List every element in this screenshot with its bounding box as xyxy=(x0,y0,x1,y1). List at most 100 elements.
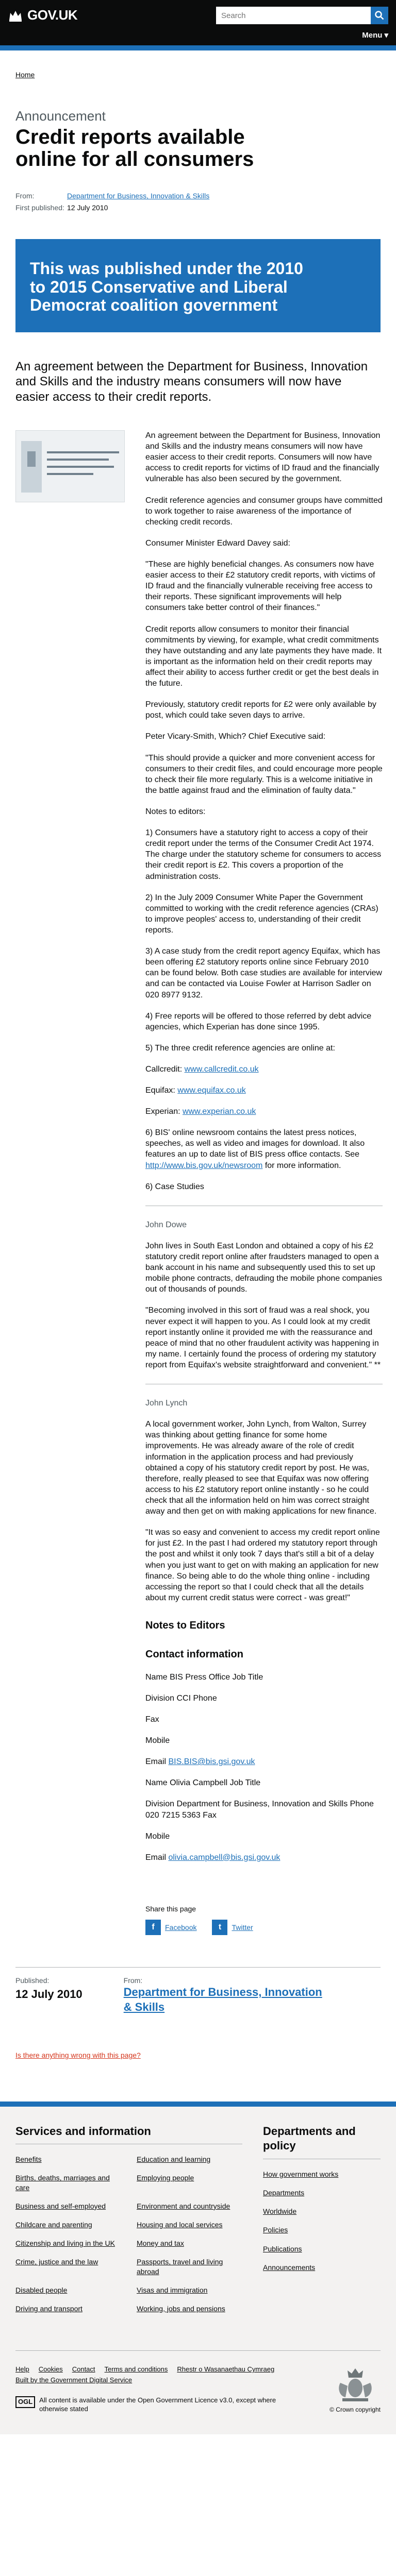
footer-link-environment[interactable]: Environment and countryside xyxy=(137,2201,242,2211)
departments-heading: Departments and policy xyxy=(263,2124,381,2159)
facebook-icon: f xyxy=(145,1920,161,1936)
footer-link-disabled[interactable]: Disabled people xyxy=(15,2285,121,2295)
crown-copyright: © Crown copyright xyxy=(329,2365,381,2414)
published-bar: Published: 12 July 2010 From: Department… xyxy=(15,1967,381,2014)
chevron-down-icon: ▾ xyxy=(384,31,388,40)
footer-link-how-government-works[interactable]: How government works xyxy=(263,2170,381,2179)
footer-sections: Services and information Benefits Educat… xyxy=(15,2124,381,2313)
share-section: Share this page f Facebook t Twitter xyxy=(145,1904,381,1936)
equifax-label: Equifax: xyxy=(145,1086,175,1095)
footer-link-money[interactable]: Money and tax xyxy=(137,2239,242,2248)
site-header: GOV.UK Menu ▾ xyxy=(0,0,396,45)
search-button[interactable] xyxy=(371,7,388,24)
experian-link[interactable]: www.experian.co.uk xyxy=(183,1107,256,1116)
twitter-icon: t xyxy=(212,1920,228,1936)
footer-meta-links: Help Cookies Contact Terms and condition… xyxy=(15,2365,304,2385)
meta-link-welsh[interactable]: Rhestr o Wasanaethau Cymraeg xyxy=(177,2365,274,2374)
body-p6: Previously, statutory credit reports for… xyxy=(145,700,376,720)
footer-link-announcements[interactable]: Announcements xyxy=(263,2263,381,2272)
footer-link-publications[interactable]: Publications xyxy=(263,2244,381,2253)
body-p14: 5) The three credit reference agencies a… xyxy=(145,1043,335,1053)
page-title: Credit reports available online for all … xyxy=(15,125,254,171)
footer-link-citizenship[interactable]: Citizenship and living in the UK xyxy=(15,2239,121,2248)
body-wrap: An agreement between the Department for … xyxy=(15,430,383,1873)
footer-link-crime[interactable]: Crime, justice and the law xyxy=(15,2257,121,2276)
footer-link-passports[interactable]: Passports, travel and living abroad xyxy=(137,2257,242,2276)
footer-link-births[interactable]: Births, deaths, marriages and care xyxy=(15,2173,121,2192)
footer-meta: Help Cookies Contact Terms and condition… xyxy=(15,2350,381,2414)
footer-link-childcare[interactable]: Childcare and parenting xyxy=(15,2220,121,2229)
body-p9: Notes to editors: xyxy=(145,807,206,816)
footer-link-policies[interactable]: Policies xyxy=(263,2225,381,2234)
footer-link-education[interactable]: Education and learning xyxy=(137,2155,242,2164)
body-p15a: 6) BIS' online newsroom contains the lat… xyxy=(145,1128,365,1159)
newsroom-link[interactable]: http://www.bis.gov.uk/newsroom xyxy=(145,1161,262,1170)
footer-link-working[interactable]: Working, jobs and pensions xyxy=(137,2304,242,2313)
body-p5: Credit reports allow consumers to monito… xyxy=(145,624,382,688)
breadcrumb-home[interactable]: Home xyxy=(15,71,35,79)
callcredit-label: Callcredit: xyxy=(145,1064,183,1074)
published-col: Published: 12 July 2010 xyxy=(15,1976,82,2014)
email-link-2[interactable]: olivia.campbell@bis.gsi.gov.uk xyxy=(168,1853,280,1862)
footer-link-visas[interactable]: Visas and immigration xyxy=(137,2285,242,2295)
body-p15: 6) BIS' online newsroom contains the lat… xyxy=(145,1127,383,1171)
contact-email-2: Email olivia.campbell@bis.gsi.gov.uk xyxy=(145,1852,383,1863)
from-bar-link[interactable]: Department for Business, Innovation & Sk… xyxy=(124,1985,330,2014)
callcredit-line: Callcredit: www.callcredit.co.uk xyxy=(145,1064,383,1075)
meta-link-cookies[interactable]: Cookies xyxy=(39,2365,63,2374)
equifax-line: Equifax: www.equifax.co.uk xyxy=(145,1085,383,1096)
govuk-logo-link[interactable]: GOV.UK xyxy=(8,7,78,24)
body-p3: Consumer Minister Edward Davey said: xyxy=(145,538,290,548)
footer-link-benefits[interactable]: Benefits xyxy=(15,2155,121,2164)
footer-link-worldwide[interactable]: Worldwide xyxy=(263,2207,381,2216)
case-study-1-p2: "Becoming involved in this sort of fraud… xyxy=(145,1306,381,1370)
lead-paragraph: An agreement between the Department for … xyxy=(15,360,368,404)
meta-link-help[interactable]: Help xyxy=(15,2365,29,2374)
history-notice: This was published under the 2010 to 201… xyxy=(15,239,381,333)
email-link-1[interactable]: BIS.BIS@bis.gsi.gov.uk xyxy=(168,1757,255,1766)
body-p13: 4) Free reports will be offered to those… xyxy=(145,1011,372,1031)
share-twitter[interactable]: t Twitter xyxy=(212,1920,253,1936)
case-study-1-p1: John lives in South East London and obta… xyxy=(145,1241,382,1294)
body-text: An agreement between the Department for … xyxy=(145,430,383,1873)
notes-heading: Notes to Editors xyxy=(145,1619,225,1631)
footer-link-business[interactable]: Business and self-employed xyxy=(15,2201,121,2211)
contact-line-8: Mobile xyxy=(145,1832,170,1841)
email-label: Email xyxy=(145,1757,167,1767)
history-notice-text: This was published under the 2010 to 201… xyxy=(30,259,303,315)
footer-link-departments[interactable]: Departments xyxy=(263,2188,381,2197)
body-p7: Peter Vicary-Smith, Which? Chief Executi… xyxy=(145,732,326,741)
from-bar-label: From: xyxy=(123,1976,143,1985)
share-facebook[interactable]: f Facebook xyxy=(145,1920,196,1936)
site-footer: Services and information Benefits Educat… xyxy=(0,2101,396,2435)
menu-label: Menu xyxy=(362,31,383,40)
meta-link-contact[interactable]: Contact xyxy=(72,2365,95,2374)
published-bar-label: Published: xyxy=(15,1976,50,1985)
report-problem-link[interactable]: Is there anything wrong with this page? xyxy=(15,2051,141,2059)
published-bar-date: 12 July 2010 xyxy=(15,1988,82,2001)
footer-link-housing[interactable]: Housing and local services xyxy=(137,2220,242,2229)
contact-line-1: Name BIS Press Office Job Title xyxy=(145,1672,263,1682)
contact-line-2: Division CCI Phone xyxy=(145,1693,217,1703)
meta-link-terms[interactable]: Terms and conditions xyxy=(105,2365,168,2374)
published-value: 12 July 2010 xyxy=(67,203,108,212)
menu-row: Menu ▾ xyxy=(8,26,388,45)
body-p1: An agreement between the Department for … xyxy=(145,431,381,484)
departments-list: How government works Departments Worldwi… xyxy=(263,2170,381,2272)
main-content: Home Announcement Credit reports availab… xyxy=(0,70,396,2060)
licence-text: All content is available under the Open … xyxy=(39,2396,276,2413)
from-link[interactable]: Department for Business, Innovation & Sk… xyxy=(67,191,381,200)
menu-button[interactable]: Menu ▾ xyxy=(362,30,388,41)
licence: OGL All content is available under the O… xyxy=(15,2396,304,2414)
body-p4: "These are highly beneficial changes. As… xyxy=(145,560,375,613)
breadcrumb: Home xyxy=(15,70,381,79)
body-p10: 1) Consumers have a statutory right to a… xyxy=(145,828,382,881)
footer-link-employing[interactable]: Employing people xyxy=(137,2173,242,2192)
footer-departments: Departments and policy How government wo… xyxy=(263,2124,381,2313)
equifax-link[interactable]: www.equifax.co.uk xyxy=(177,1086,246,1095)
body-p12: 3) A case study from the credit report a… xyxy=(145,947,382,999)
meta-link-gds[interactable]: Built by the Government Digital Service xyxy=(15,2376,132,2385)
search-input[interactable] xyxy=(216,7,371,24)
callcredit-link[interactable]: www.callcredit.co.uk xyxy=(185,1065,259,1074)
footer-link-driving[interactable]: Driving and transport xyxy=(15,2304,121,2313)
